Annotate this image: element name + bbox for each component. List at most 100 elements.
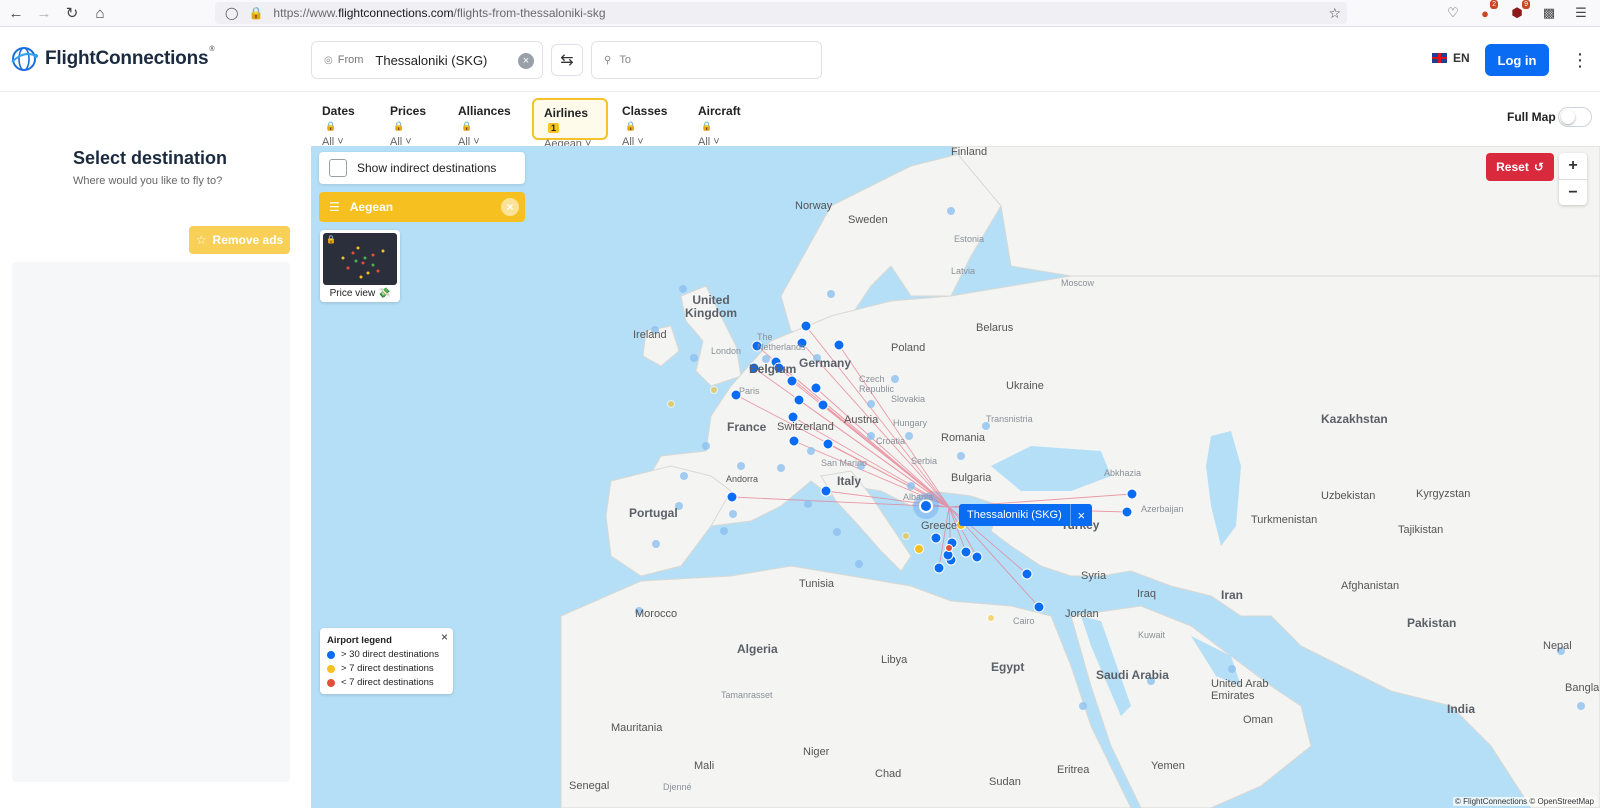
extension-red-icon[interactable]: ● 2: [1474, 0, 1498, 24]
forward-icon[interactable]: →: [32, 1, 56, 25]
to-placeholder[interactable]: To: [619, 54, 631, 66]
map-label: Transnistria: [986, 414, 1033, 424]
map-attribution[interactable]: © FlightConnections © OpenStreetMap: [1453, 797, 1596, 806]
clear-from-icon[interactable]: ×: [518, 53, 534, 69]
legend-label: > 30 direct destinations: [341, 649, 439, 660]
map-label: Switzerland: [777, 421, 834, 433]
more-menu-icon[interactable]: ⋮: [1571, 47, 1589, 73]
remove-ads-label: Remove ads: [212, 233, 284, 247]
language-selector[interactable]: EN: [1432, 51, 1470, 65]
extensions-puzzle-icon[interactable]: ▩: [1538, 2, 1560, 24]
reset-label: Reset: [1496, 160, 1529, 174]
site-logo[interactable]: FlightConnections ®: [9, 44, 215, 74]
indirect-label: Show indirect destinations: [357, 161, 497, 175]
url-domain: flightconnections.com: [338, 6, 454, 20]
map-label: Egypt: [991, 660, 1025, 674]
full-map-toggle[interactable]: [1558, 107, 1592, 127]
map-label: Iraq: [1137, 588, 1156, 600]
map-label: Niger: [803, 746, 830, 758]
price-view-button[interactable]: 🔒 Price view 💸: [320, 230, 400, 302]
map-label: Yemen: [1151, 760, 1185, 772]
destination-pin-icon: ⚲: [604, 54, 612, 66]
map-label: Eritrea: [1057, 764, 1090, 776]
map-label: Serbia: [911, 456, 938, 466]
zoom-in-icon[interactable]: +: [1559, 153, 1587, 179]
zoom-out-icon[interactable]: −: [1559, 180, 1587, 206]
map-label: Sweden: [848, 214, 888, 226]
from-value[interactable]: Thessaloniki (SKG): [375, 53, 487, 68]
from-field[interactable]: ◎ From Thessaloniki (SKG) ×: [311, 41, 543, 79]
map-label: Chad: [875, 768, 902, 780]
map-label: Cairo: [1013, 616, 1035, 626]
filter-title: Aircraft: [698, 104, 741, 118]
lock-icon: 🔒: [326, 235, 336, 244]
reset-button[interactable]: Reset ↺: [1486, 153, 1554, 181]
filter-dates[interactable]: Dates🔒 All ˅: [312, 98, 365, 148]
lock-icon: 🔒: [393, 121, 405, 131]
map-label: Norway: [795, 200, 833, 212]
map-label: Sudan: [989, 776, 1021, 788]
route-map[interactable]: Finland Norway Sweden Estonia Latvia Mos…: [311, 146, 1600, 808]
airline-filter-chip[interactable]: ☰ Aegean ×: [319, 192, 525, 222]
map-label: Ukraine: [1006, 380, 1044, 392]
swap-button[interactable]: ⇆: [551, 44, 583, 76]
map-label: Moscow: [1061, 278, 1095, 288]
map-label: France: [727, 420, 767, 434]
origin-target-icon: ◎: [324, 54, 333, 66]
remove-airline-icon[interactable]: ×: [501, 198, 519, 216]
map-label: Abkhazia: [1104, 468, 1142, 478]
map-label: The Netherlands: [757, 332, 806, 352]
from-label: From: [337, 54, 364, 66]
language-code: EN: [1453, 51, 1470, 65]
filter-title: Dates: [322, 104, 355, 118]
map-label: Hungary: [893, 418, 928, 428]
map-label: Kuwait: [1138, 630, 1166, 640]
bookmark-star-icon[interactable]: ☆: [1328, 5, 1341, 22]
login-button[interactable]: Log in: [1485, 44, 1549, 76]
filter-airlines[interactable]: Airlines1 Aegean ˅: [532, 98, 608, 150]
to-field[interactable]: ⚲ To: [591, 41, 822, 79]
url-bar[interactable]: ◯ 🔒 https://www. flightconnections.com/fl…: [215, 2, 1347, 24]
lock-icon: 🔒: [701, 121, 713, 131]
ublock-icon[interactable]: ⬢ 9: [1506, 0, 1530, 24]
extension-badge: 2: [1490, 0, 1498, 9]
map-label: Nepal: [1543, 640, 1572, 652]
origin-popup[interactable]: Thessaloniki (SKG) ×: [959, 504, 1092, 526]
indirect-checkbox[interactable]: [329, 159, 347, 177]
map-label: San Marino: [821, 458, 868, 468]
lock-icon: 🔒: [325, 121, 337, 131]
lock-icon[interactable]: 🔒: [248, 6, 263, 20]
zoom-controls: + −: [1559, 153, 1587, 205]
filter-classes[interactable]: Classes🔒 All ˅: [612, 98, 677, 148]
map-label: Italy: [837, 474, 862, 488]
sidebar-subtitle: Where would you like to fly to?: [73, 175, 223, 187]
filter-alliances[interactable]: Alliances🔒 All ˅: [448, 98, 521, 148]
map-label: Germany: [799, 356, 852, 370]
back-icon[interactable]: ←: [4, 1, 28, 25]
close-legend-icon[interactable]: ×: [441, 630, 448, 644]
map-label: Albania: [903, 492, 934, 502]
map-label: Uzbekistan: [1321, 490, 1376, 502]
map-label: Poland: [891, 342, 926, 354]
close-popup-icon[interactable]: ×: [1069, 504, 1092, 526]
map-label: Romania: [941, 432, 986, 444]
reload-icon[interactable]: ↻: [60, 1, 84, 25]
map-label: India: [1447, 702, 1476, 716]
map-label: Latvia: [951, 266, 976, 276]
full-map-label: Full Map: [1507, 110, 1556, 124]
home-icon[interactable]: ⌂: [88, 1, 112, 25]
filter-aircraft[interactable]: Aircraft🔒 All ˅: [688, 98, 751, 148]
shield-icon[interactable]: ◯: [225, 6, 238, 20]
pocket-icon[interactable]: ♡: [1442, 2, 1464, 24]
indirect-destinations-toggle[interactable]: Show indirect destinations: [319, 152, 525, 184]
remove-ads-button[interactable]: ☆ Remove ads: [189, 226, 290, 254]
price-view-label: Price view 💸: [329, 288, 391, 299]
map-label: Algeria: [737, 642, 778, 656]
filter-title: Prices: [390, 104, 427, 118]
map-label: Belgium: [749, 362, 797, 376]
app-menu-icon[interactable]: ☰: [1570, 2, 1592, 24]
map-label: Bulgaria: [951, 472, 992, 484]
legend-label: < 7 direct destinations: [341, 677, 434, 688]
filter-prices[interactable]: Prices🔒 All ˅: [380, 98, 436, 148]
map-label: Tamanrasset: [721, 690, 773, 700]
